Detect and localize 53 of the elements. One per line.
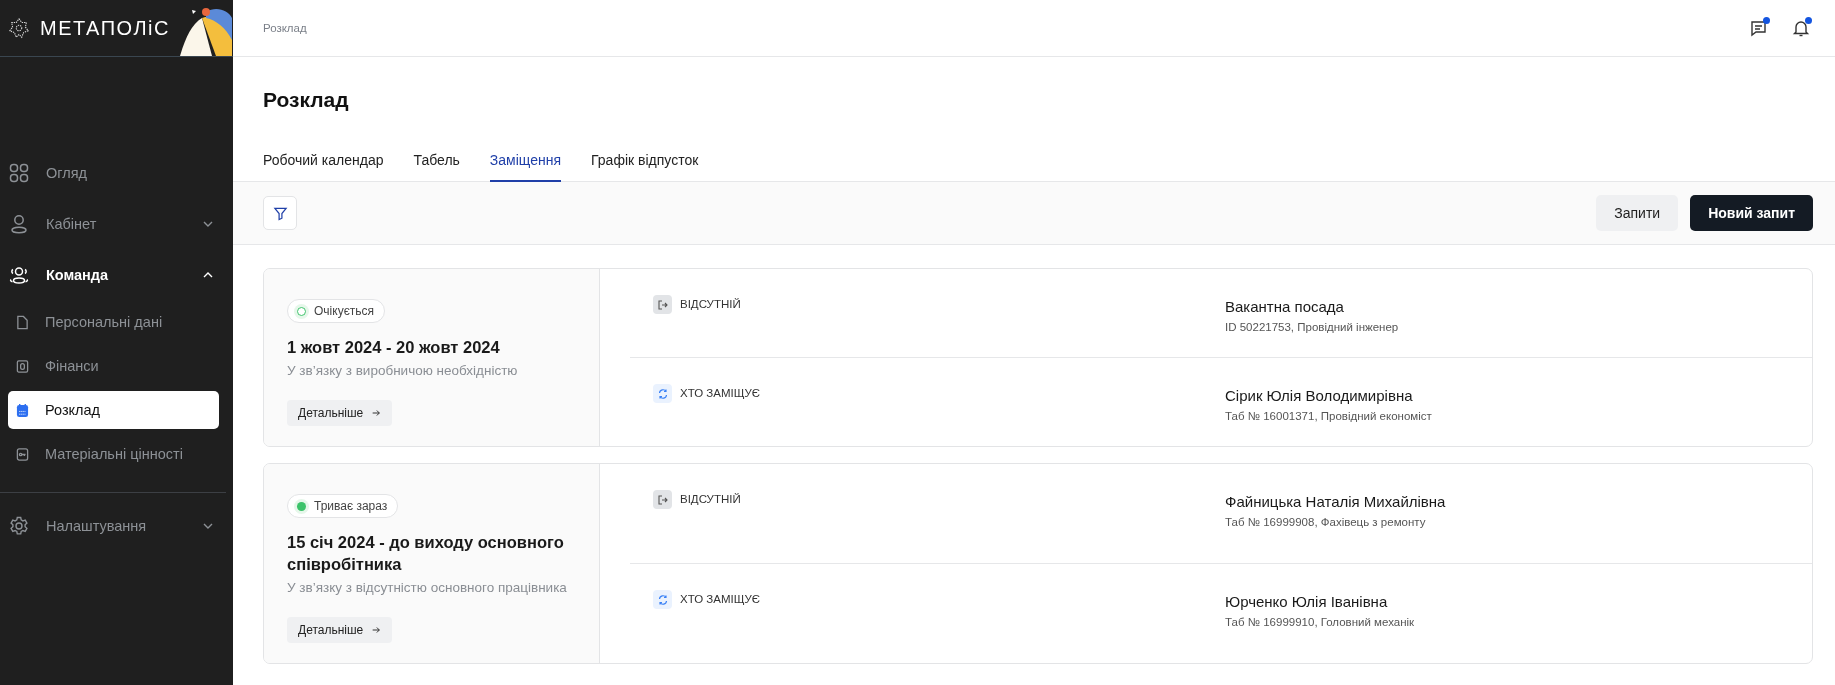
logo-icon bbox=[8, 17, 30, 39]
team-icon bbox=[9, 264, 29, 285]
chevron-down-icon bbox=[203, 522, 213, 529]
sidebar-item[interactable]: Огляд bbox=[0, 147, 233, 198]
period-title: 1 жовт 2024 - 20 жовт 2024 bbox=[287, 337, 500, 358]
reason-text: У зв’язку з виробничою необхідністю bbox=[287, 363, 518, 378]
chat-icon bbox=[1749, 18, 1769, 38]
sidebar-item[interactable]: Налаштування bbox=[0, 500, 233, 551]
bell-icon bbox=[1791, 18, 1811, 38]
tab[interactable]: Графік відпусток bbox=[591, 148, 699, 182]
sidebar-item[interactable]: Кабінет bbox=[0, 198, 233, 249]
reason-text: У зв’язку з відсутністю основного працівника bbox=[287, 580, 567, 595]
breadcrumb[interactable]: Розклад bbox=[263, 22, 307, 34]
tab[interactable]: Табель bbox=[413, 148, 460, 182]
role-label: ВІДСУТНІЙ bbox=[680, 492, 741, 507]
logo-text: МЕТАПОЛіС bbox=[40, 16, 170, 40]
grid-icon bbox=[9, 162, 29, 183]
person-name: Файницька Наталія Михайлівна bbox=[1225, 493, 1446, 510]
person-info: ID 50221753, Провідний інженер bbox=[1225, 321, 1399, 333]
arrow-right-icon bbox=[371, 625, 382, 635]
person-name: Вакантна посада bbox=[1225, 298, 1345, 315]
calendar-icon bbox=[16, 402, 29, 418]
status-badge: Очікується bbox=[287, 299, 385, 323]
sidebar-item[interactable]: Команда bbox=[0, 249, 233, 300]
details-button[interactable]: Детальніше bbox=[287, 617, 393, 643]
sidebar-subitem[interactable]: Розклад bbox=[8, 391, 219, 429]
role-label: ВІДСУТНІЙ bbox=[680, 297, 741, 312]
person-name: Юрченко Юлія Іванівна bbox=[1225, 593, 1389, 610]
chevron-down-icon bbox=[203, 220, 213, 227]
sidebar-subitem[interactable]: Персональні дані bbox=[8, 303, 219, 341]
tab[interactable]: Робочий календар bbox=[263, 148, 384, 182]
person-info: Таб № 16999910, Головний механік bbox=[1225, 616, 1415, 628]
key-icon bbox=[16, 446, 29, 462]
arrow-right-icon bbox=[371, 408, 382, 418]
status-badge: Триває зараз bbox=[287, 494, 399, 518]
filter-icon bbox=[272, 205, 288, 221]
chevron-up-icon bbox=[203, 271, 213, 278]
person-info: Таб № 16001371, Провідний економіст bbox=[1225, 410, 1432, 422]
person-info: Таб № 16999908, Фахівець з ремонту bbox=[1225, 516, 1427, 528]
page-title: Розклад bbox=[263, 88, 350, 113]
requests-button[interactable]: Запити bbox=[1596, 195, 1679, 231]
new-request-button[interactable]: Новий запит bbox=[1690, 195, 1813, 231]
settings-icon bbox=[9, 515, 29, 536]
user-icon bbox=[9, 213, 29, 234]
role-label: ХТО ЗАМІЩУЄ bbox=[680, 592, 761, 607]
person-name: Сірик Юлія Володимирівна bbox=[1225, 387, 1414, 404]
filter-button[interactable] bbox=[263, 196, 297, 230]
role-label: ХТО ЗАМІЩУЄ bbox=[680, 386, 761, 401]
sidebar-subitem[interactable]: Фінанси bbox=[8, 347, 219, 385]
details-button[interactable]: Детальніше bbox=[287, 400, 393, 426]
document-icon bbox=[16, 314, 29, 330]
sidebar-subitem[interactable]: Матеріальні цінності bbox=[8, 435, 219, 473]
period-title: 15 січ 2024 - до виходу основного співробітника bbox=[287, 532, 565, 575]
